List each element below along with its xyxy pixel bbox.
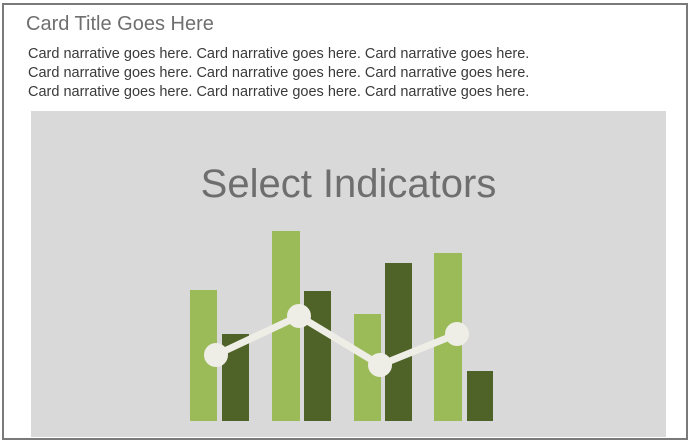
icon-line-marker [204,343,228,367]
bar-line-chart-icon [190,231,493,421]
icon-bar [385,263,412,421]
icon-line-marker [445,322,469,346]
card-narrative: Card narrative goes here. Card narrative… [28,45,668,102]
card-title: Card Title Goes Here [26,13,214,35]
select-indicators-placeholder[interactable]: Select Indicators [31,111,666,437]
icon-line-marker [368,353,392,377]
icon-bar [467,371,493,421]
narrative-line: Card narrative goes here. Card narrative… [28,65,530,81]
narrative-line: Card narrative goes here. Card narrative… [28,46,530,62]
icon-line-marker [287,304,311,328]
icon-line [212,312,461,369]
card: Card Title Goes Here Card narrative goes… [2,3,688,440]
narrative-line: Card narrative goes here. Card narrative… [28,84,530,100]
